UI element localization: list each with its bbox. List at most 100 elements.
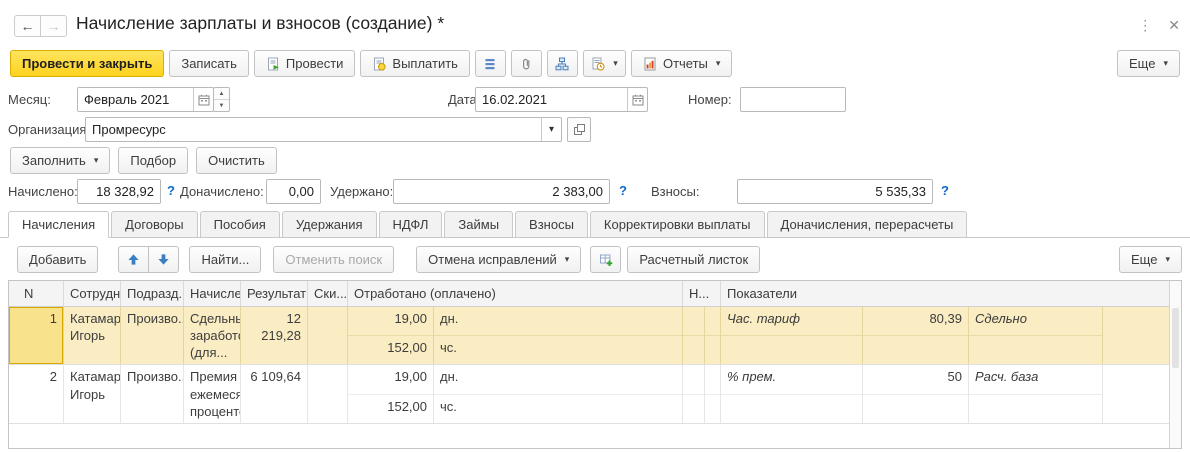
date-calendar-icon[interactable] [627, 88, 647, 111]
kebab-icon[interactable]: ⋮ [1138, 17, 1152, 34]
tab-zaymy[interactable]: Займы [444, 211, 513, 238]
cell-employee[interactable]: Катамар... Игорь [64, 307, 121, 364]
open-link-icon [573, 123, 586, 136]
cell-worked-values[interactable]: 19,00 152,00 [348, 307, 434, 364]
cell-indicator-name[interactable]: % прем. [721, 365, 863, 422]
add-button[interactable]: Добавить [17, 246, 98, 273]
post-button[interactable]: Провести [254, 50, 356, 77]
cell-trailing[interactable] [1103, 365, 1169, 422]
spin-down-icon[interactable]: ▼ [214, 100, 229, 111]
month-input[interactable]: Февраль 2021 [77, 87, 214, 112]
cell-indicator-name[interactable]: Час. тариф [721, 307, 863, 364]
col-header-indicators[interactable]: Показатели [721, 281, 1169, 306]
cell-worked-values[interactable]: 19,00 152,00 [348, 365, 434, 422]
col-header-worked[interactable]: Отработано (оплачено) [348, 281, 683, 306]
cancel-corrections-button[interactable]: Отмена исправлений ▾ [416, 246, 581, 273]
tab-posobiya[interactable]: Пособия [200, 211, 280, 238]
tab-uderzhaniya[interactable]: Удержания [282, 211, 377, 238]
cell-n[interactable]: 2 [9, 365, 64, 422]
month-spinner[interactable]: ▲ ▼ [213, 87, 230, 112]
cell-accrual[interactable]: Сдельный заработок (для... [184, 307, 241, 364]
table-row: 2 Катамар... Игорь Произво... Премия еже… [9, 365, 1169, 423]
cell-worked-units[interactable]: дн. чс. [434, 365, 683, 422]
scrollbar-thumb[interactable] [1172, 308, 1179, 368]
cell-indicator-extra[interactable]: Расч. база [969, 365, 1103, 422]
cell-department[interactable]: Произво... [121, 307, 184, 364]
cell-employee[interactable]: Катамар... Игорь [64, 365, 121, 422]
post-and-close-button[interactable]: Провести и закрыть [10, 50, 164, 77]
col-header-department[interactable]: Подразд... [121, 281, 184, 306]
organization-label: Организация: [8, 122, 90, 137]
cell-n3[interactable] [705, 365, 721, 422]
vertical-scrollbar[interactable] [1169, 281, 1181, 448]
added-input[interactable]: 0,00 [266, 179, 321, 204]
spin-up-icon[interactable]: ▲ [214, 88, 229, 100]
fill-button[interactable]: Заполнить ▾ [10, 147, 110, 174]
col-header-accrual[interactable]: Начисле... [184, 281, 241, 306]
col-header-employee[interactable]: Сотрудник [64, 281, 121, 306]
pick-button[interactable]: Подбор [118, 147, 188, 174]
cell-result[interactable]: 12 219,28 [241, 307, 308, 364]
back-button[interactable]: ← [14, 15, 41, 37]
cell-trailing[interactable] [1103, 307, 1169, 364]
payslip-button[interactable]: Расчетный листок [627, 246, 760, 273]
table-settings-icon-button[interactable] [590, 246, 621, 273]
accrued-input[interactable]: 18 328,92 [77, 179, 161, 204]
tab-vznosy[interactable]: Взносы [515, 211, 588, 238]
tab-donachisleniya[interactable]: Доначисления, перерасчеты [767, 211, 968, 238]
col-header-n[interactable]: N [9, 281, 64, 306]
cell-indicator-value[interactable]: 80,39 [863, 307, 969, 364]
contributions-input[interactable]: 5 535,33 [737, 179, 933, 204]
pay-button[interactable]: Выплатить [360, 50, 470, 77]
cell-department[interactable]: Произво... [121, 365, 184, 422]
cell-accrual[interactable]: Премия ежемеся... процентом [184, 365, 241, 422]
tab-korrektirovki[interactable]: Корректировки выплаты [590, 211, 765, 238]
withheld-input[interactable]: 2 383,00 [393, 179, 610, 204]
organization-dropdown-icon[interactable]: ▾ [541, 118, 561, 141]
cell-indicator-value[interactable]: 50 [863, 365, 969, 422]
col-header-discount[interactable]: Ски... [308, 281, 348, 306]
tab-ndfl[interactable]: НДФЛ [379, 211, 443, 238]
save-button[interactable]: Записать [169, 50, 249, 77]
col-header-n2[interactable]: Н... [683, 281, 721, 306]
number-input[interactable] [740, 87, 846, 112]
arrow-up-icon [127, 253, 140, 266]
cell-n2[interactable] [683, 365, 705, 422]
paperclip-icon-button[interactable] [511, 50, 542, 77]
forward-button[interactable]: → [40, 15, 67, 37]
clear-button[interactable]: Очистить [196, 147, 277, 174]
accrued-help-link[interactable]: ? [167, 183, 175, 198]
date-input[interactable]: 16.02.2021 [475, 87, 648, 112]
withheld-help-link[interactable]: ? [619, 183, 627, 198]
cell-result[interactable]: 6 109,64 [241, 365, 308, 422]
cell-discount[interactable] [308, 307, 348, 364]
col-header-result[interactable]: Результат [241, 281, 308, 306]
added-label: Доначислено: [180, 184, 264, 199]
organization-input[interactable]: Промресурс ▾ [85, 117, 562, 142]
journal-icon-button[interactable] [475, 50, 506, 77]
organization-open-button[interactable] [567, 117, 591, 142]
fill-button-label: Заполнить [22, 153, 86, 168]
contributions-help-link[interactable]: ? [941, 183, 949, 198]
cell-n2[interactable] [683, 307, 705, 364]
tab-dogovory[interactable]: Договоры [111, 211, 197, 238]
reports-button[interactable]: Отчеты ▾ [631, 50, 732, 77]
added-value: 0,00 [267, 184, 320, 199]
cell-indicator-extra[interactable]: Сдельно [969, 307, 1103, 364]
more-button-table[interactable]: Еще ▾ [1119, 246, 1182, 273]
cell-n[interactable]: 1 [9, 307, 64, 364]
tab-nachisleniya[interactable]: Начисления [8, 211, 109, 238]
reports-icon [643, 57, 657, 71]
create-based-on-button[interactable]: ▾ [583, 50, 626, 77]
move-down-button[interactable] [148, 246, 179, 273]
cell-worked-units[interactable]: дн. чс. [434, 307, 683, 364]
close-icon[interactable]: ✕ [1168, 17, 1180, 34]
more-button-top[interactable]: Еще ▾ [1117, 50, 1180, 77]
month-calendar-icon[interactable] [193, 88, 213, 111]
structure-icon-button[interactable] [547, 50, 578, 77]
cell-discount[interactable] [308, 365, 348, 422]
move-up-button[interactable] [118, 246, 149, 273]
cancel-search-button[interactable]: Отменить поиск [273, 246, 394, 273]
find-button[interactable]: Найти... [189, 246, 261, 273]
cell-n3[interactable] [705, 307, 721, 364]
